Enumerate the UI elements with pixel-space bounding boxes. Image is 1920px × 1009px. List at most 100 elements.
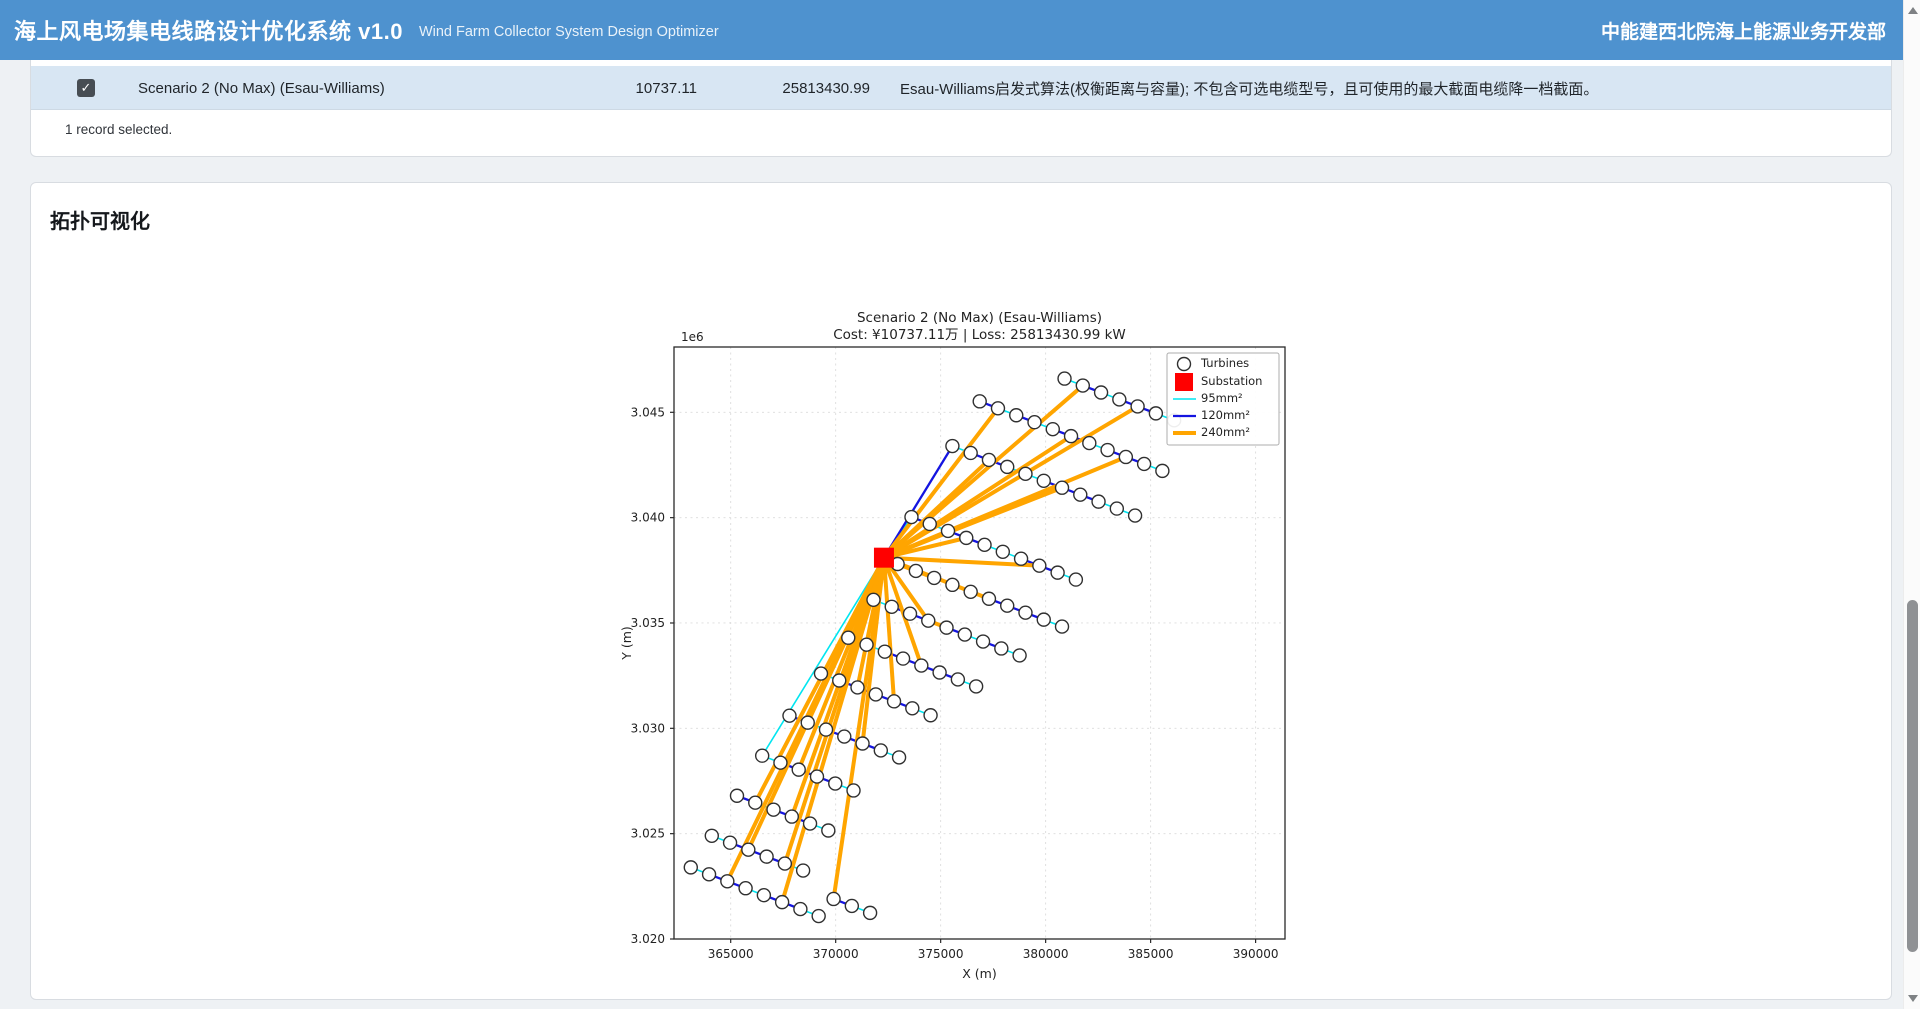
turbine-marker: [933, 666, 946, 679]
turbine-marker: [757, 889, 770, 902]
turbine-marker: [978, 538, 991, 551]
turbine-marker: [792, 763, 805, 776]
turbine-marker: [893, 751, 906, 764]
turbine-marker: [1028, 416, 1041, 429]
loss-cell: 25813430.99: [691, 66, 870, 110]
x-tick-label: 375000: [918, 947, 964, 961]
turbine-marker: [915, 659, 928, 672]
y-axis-offset-label: 1e6: [681, 330, 704, 344]
y-axis-label: Y (m): [619, 626, 634, 661]
app-subtitle: Wind Farm Collector System Design Optimi…: [419, 24, 719, 40]
turbine-marker: [1065, 430, 1078, 443]
turbine-marker: [1058, 372, 1071, 385]
scrollbar-up-icon[interactable]: [1908, 7, 1918, 14]
turbine-marker: [797, 864, 810, 877]
turbine-marker: [783, 709, 796, 722]
turbine-marker: [845, 899, 858, 912]
turbine-marker: [804, 817, 817, 830]
x-tick-label: 380000: [1023, 947, 1069, 961]
results-table-card: ✓ Scenario 2 (No Max) (Esau-Williams) 10…: [30, 60, 1892, 157]
chart-subtitle: Cost: ¥10737.11万 | Loss: 25813430.99 kW: [833, 327, 1126, 343]
turbine-marker: [970, 680, 983, 693]
app-header: 海上风电场集电线路设计优化系统 v1.0 Wind Farm Collector…: [0, 0, 1920, 60]
turbine-marker: [767, 803, 780, 816]
turbine-marker: [960, 531, 973, 544]
turbine-marker: [851, 681, 864, 694]
table-row[interactable]: ✓ Scenario 2 (No Max) (Esau-Williams) 10…: [31, 66, 1891, 110]
y-tick-label: 3.040: [631, 511, 665, 525]
legend-turbine-icon: [1178, 358, 1191, 371]
substation-marker: [874, 548, 894, 568]
turbine-marker: [794, 903, 807, 916]
turbine-marker: [869, 688, 882, 701]
scenario-name-cell: Scenario 2 (No Max) (Esau-Williams): [138, 66, 385, 110]
turbine-marker: [928, 571, 941, 584]
turbine-marker: [814, 667, 827, 680]
turbine-marker: [756, 749, 769, 762]
turbine-marker: [1037, 613, 1050, 626]
cost-cell: 10737.11: [551, 66, 697, 110]
turbine-marker: [1046, 423, 1059, 436]
turbine-marker: [958, 628, 971, 641]
turbine-marker: [1113, 393, 1126, 406]
turbine-marker: [867, 593, 880, 606]
turbine-marker: [1119, 450, 1132, 463]
turbine-marker: [1051, 566, 1064, 579]
turbine-marker: [749, 796, 762, 809]
turbine-marker: [909, 564, 922, 577]
turbine-marker: [1131, 400, 1144, 413]
turbine-marker: [860, 638, 873, 651]
turbine-marker: [810, 770, 823, 783]
turbine-marker: [1092, 495, 1105, 508]
turbine-marker: [904, 607, 917, 620]
turbine-marker: [973, 395, 986, 408]
turbine-marker: [1056, 620, 1069, 633]
turbine-marker: [885, 600, 898, 613]
legend-label: 240mm²: [1201, 425, 1250, 439]
turbine-marker: [888, 695, 901, 708]
turbine-marker: [739, 882, 752, 895]
turbine-marker: [703, 868, 716, 881]
turbine-marker: [774, 756, 787, 769]
page-scrollbar[interactable]: [1903, 0, 1920, 1009]
y-tick-label: 3.035: [631, 616, 665, 630]
department-label: 中能建西北院海上能源业务开发部: [1601, 17, 1886, 44]
turbine-marker: [724, 836, 737, 849]
turbine-marker: [951, 673, 964, 686]
turbine-marker: [942, 524, 955, 537]
turbine-marker: [847, 784, 860, 797]
description-cell: Esau-Williams启发式算法(权衡距离与容量); 不包含可选电缆型号，且…: [900, 66, 1598, 110]
turbine-marker: [1037, 474, 1050, 487]
turbine-marker: [820, 723, 833, 736]
turbine-marker: [1149, 407, 1162, 420]
section-heading: 拓扑可视化: [31, 183, 1891, 234]
turbine-marker: [705, 829, 718, 842]
legend-label: 95mm²: [1201, 391, 1243, 405]
turbine-marker: [1056, 481, 1069, 494]
turbine-marker: [1019, 606, 1032, 619]
legend-label: Substation: [1201, 374, 1262, 388]
turbine-marker: [778, 857, 791, 870]
turbine-marker: [856, 737, 869, 750]
turbine-marker: [1010, 409, 1023, 422]
turbine-marker: [964, 585, 977, 598]
turbine-marker: [905, 511, 918, 524]
selection-status: 1 record selected.: [65, 122, 172, 137]
turbine-marker: [982, 453, 995, 466]
turbine-marker: [838, 730, 851, 743]
turbine-marker: [924, 709, 937, 722]
x-tick-label: 365000: [708, 947, 754, 961]
chart-title: Scenario 2 (No Max) (Esau-Williams): [857, 310, 1102, 326]
y-tick-label: 3.025: [631, 827, 665, 841]
topology-figure: Scenario 2 (No Max) (Esau-Williams)Cost:…: [601, 298, 1321, 998]
scrollbar-thumb[interactable]: [1907, 600, 1918, 952]
y-tick-label: 3.020: [631, 932, 665, 946]
row-checkbox[interactable]: ✓: [77, 79, 95, 97]
app-title: 海上风电场集电线路设计优化系统 v1.0: [14, 14, 403, 46]
x-axis-label: X (m): [962, 966, 996, 981]
scrollbar-down-icon[interactable]: [1908, 995, 1918, 1002]
turbine-marker: [822, 824, 835, 837]
turbine-marker: [995, 642, 1008, 655]
turbine-marker: [940, 621, 953, 634]
topology-card: 拓扑可视化 Scenario 2 (No Max) (Esau-Williams…: [30, 182, 1892, 1000]
